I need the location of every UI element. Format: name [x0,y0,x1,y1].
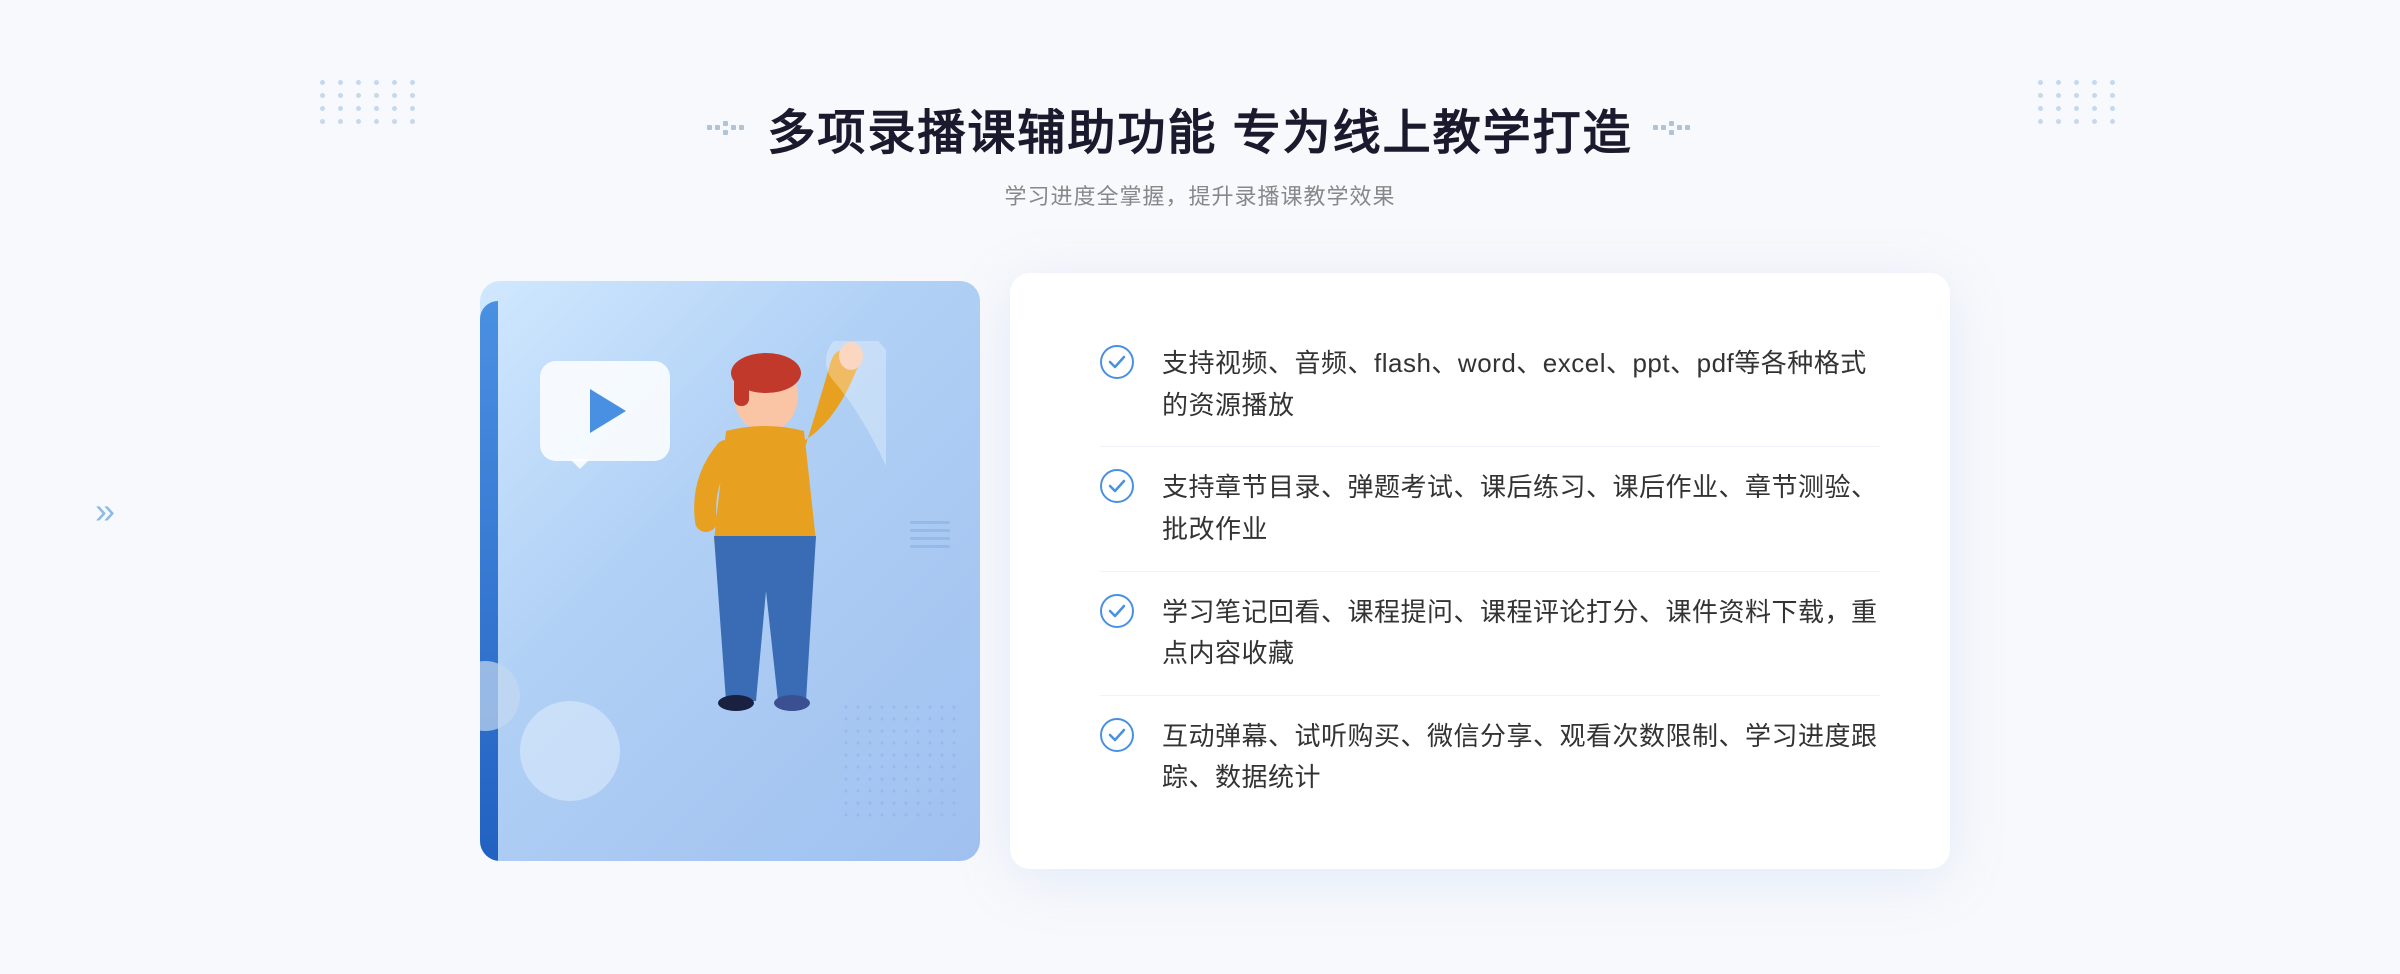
blue-accent-bar [480,301,498,861]
feature-text-2: 支持章节目录、弹题考试、课后练习、课后作业、章节测验、批改作业 [1162,467,1880,550]
lines-decoration [910,521,950,548]
header-title-wrapper: 多项录播课辅助功能 专为线上教学打造 [707,93,1692,163]
feature-item-4: 互动弹幕、试听购买、微信分享、观看次数限制、学习进度跟踪、数据统计 [1100,696,1880,819]
features-list: 支持视频、音频、flash、word、excel、ppt、pdf等各种格式的资源… [1100,323,1880,819]
header-dots-right [1653,121,1693,135]
features-panel: 支持视频、音频、flash、word、excel、ppt、pdf等各种格式的资源… [1010,273,1950,869]
feature-text-1: 支持视频、音频、flash、word、excel、ppt、pdf等各种格式的资源… [1162,343,1880,426]
chevron-left-decoration: » [95,490,107,532]
feature-text-4: 互动弹幕、试听购买、微信分享、观看次数限制、学习进度跟踪、数据统计 [1162,716,1880,799]
feature-text-3: 学习笔记回看、课程提问、课程评论打分、课件资料下载，重点内容收藏 [1162,592,1880,675]
check-icon-4 [1100,718,1134,752]
illustration-background [480,281,980,861]
feature-item-3: 学习笔记回看、课程提问、课程评论打分、课件资料下载，重点内容收藏 [1100,572,1880,696]
header-dots-left [707,121,747,135]
page-subtitle: 学习进度全掌握，提升录播课教学效果 [707,179,1692,211]
check-icon-3 [1100,594,1134,628]
play-icon [590,389,626,433]
decorative-circle-small [480,661,520,731]
page-wrapper: » 多项录播课辅助功能 专为线上教学打造 [0,0,2400,974]
header-section: 多项录播课辅助功能 专为线上教学打造 学习进度全掌握，提升录播课教学效果 [707,93,1692,211]
check-icon-2 [1100,469,1134,503]
illustration-wrapper [450,261,1030,881]
content-section: 支持视频、音频、flash、word、excel、ppt、pdf等各种格式的资源… [450,261,1950,881]
decorative-circle-large [520,701,620,801]
check-icon-1 [1100,345,1134,379]
feature-item-1: 支持视频、音频、flash、word、excel、ppt、pdf等各种格式的资源… [1100,323,1880,447]
person-figure [626,341,886,861]
feature-item-2: 支持章节目录、弹题考试、课后练习、课后作业、章节测验、批改作业 [1100,447,1880,571]
page-title: 多项录播课辅助功能 专为线上教学打造 [767,93,1632,163]
decorative-dots-top-right [2038,80,2120,124]
decorative-dots-top-left [320,80,420,124]
